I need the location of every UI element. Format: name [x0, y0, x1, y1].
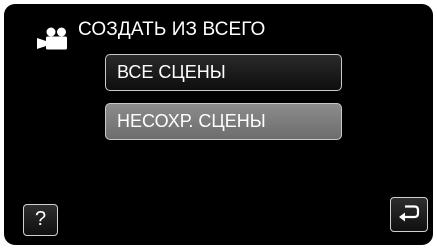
screen-title: СОЗДАТЬ ИЗ ВСЕГО	[78, 19, 266, 40]
return-arrow-icon	[399, 205, 420, 222]
video-camera-icon	[37, 27, 69, 51]
back-button[interactable]	[390, 197, 428, 232]
menu-panel: СОЗДАТЬ ИЗ ВСЕГО ВСЕ СЦЕНЫ НЕСОХР. СЦЕНЫ…	[4, 4, 433, 245]
help-button[interactable]: ?	[23, 204, 58, 236]
camera-screen: СОЗДАТЬ ИЗ ВСЕГО ВСЕ СЦЕНЫ НЕСОХР. СЦЕНЫ…	[0, 0, 437, 249]
all-scenes-button[interactable]: ВСЕ СЦЕНЫ	[105, 54, 342, 91]
unsaved-scenes-button[interactable]: НЕСОХР. СЦЕНЫ	[105, 103, 342, 140]
